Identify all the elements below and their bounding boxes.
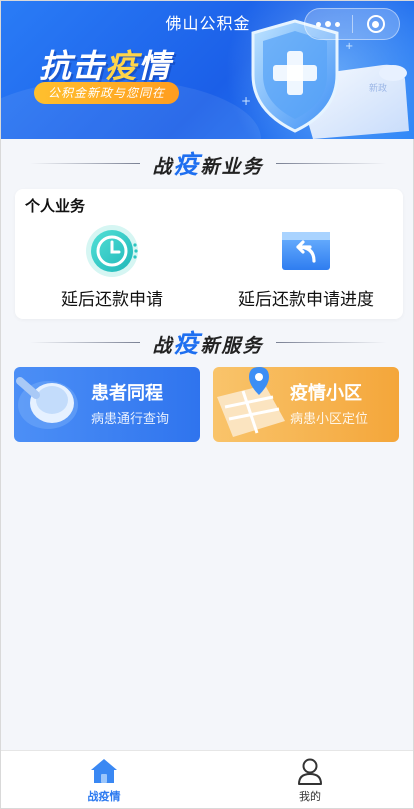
divider-line [30, 341, 141, 343]
tab-mine[interactable]: 我的 [207, 751, 413, 808]
deferred-repayment-apply[interactable]: 延后还款申请 [15, 223, 209, 313]
patient-trip-tile[interactable]: 患者同程 病患通行查询 [14, 367, 200, 442]
svg-text:+: + [345, 41, 353, 52]
person-icon [298, 758, 322, 785]
map-pin-icon [217, 367, 285, 437]
tile-title: 患者同程 [91, 383, 163, 404]
tile-subtitle: 病患通行查询 [91, 412, 170, 427]
home-icon [91, 759, 117, 783]
card-title: 个人业务 [25, 197, 86, 215]
divider-line [30, 162, 141, 164]
banner-slogan: 公积金新政与您同在 [34, 82, 180, 104]
magnifier-icon [16, 377, 78, 429]
tab-label: 战疫情 [87, 790, 121, 803]
personal-business-card: 个人业务 延后还款申请 延后还款申请进度 [15, 189, 403, 319]
header-banner: 新政 + + 佛山公积金 抗击疫情 公积金新政与您同在 [1, 1, 414, 139]
section-title: 战疫新业务 [152, 150, 264, 179]
section-header-service: 战疫新服务 [1, 327, 414, 358]
miniprogram-capsule [304, 8, 400, 40]
divider-line [275, 162, 386, 164]
more-menu-button[interactable] [305, 9, 352, 39]
item-label: 延后还款申请进度 [238, 290, 374, 310]
item-label: 延后还款申请 [61, 290, 163, 310]
bottom-tab-bar: 战疫情 我的 [1, 750, 413, 808]
target-icon [366, 15, 385, 33]
banner-headline: 抗击疫情 [39, 47, 172, 85]
svg-text:新政: 新政 [369, 82, 387, 94]
tab-fight-epidemic[interactable]: 战疫情 [1, 751, 207, 808]
svg-text:+: + [241, 94, 251, 108]
tile-title: 疫情小区 [290, 383, 362, 404]
deferred-repayment-progress[interactable]: 延后还款申请进度 [209, 223, 403, 313]
divider-line [275, 341, 386, 343]
tile-subtitle: 病患小区定位 [290, 412, 369, 427]
clock-icon [86, 225, 138, 277]
section-title: 战疫新服务 [152, 329, 264, 358]
section-header-business: 战疫新业务 [1, 148, 414, 179]
return-card-icon [282, 232, 330, 270]
close-miniprogram-button[interactable] [352, 9, 399, 39]
epidemic-community-tile[interactable]: 疫情小区 病患小区定位 [213, 367, 399, 442]
tab-label: 我的 [299, 790, 321, 803]
